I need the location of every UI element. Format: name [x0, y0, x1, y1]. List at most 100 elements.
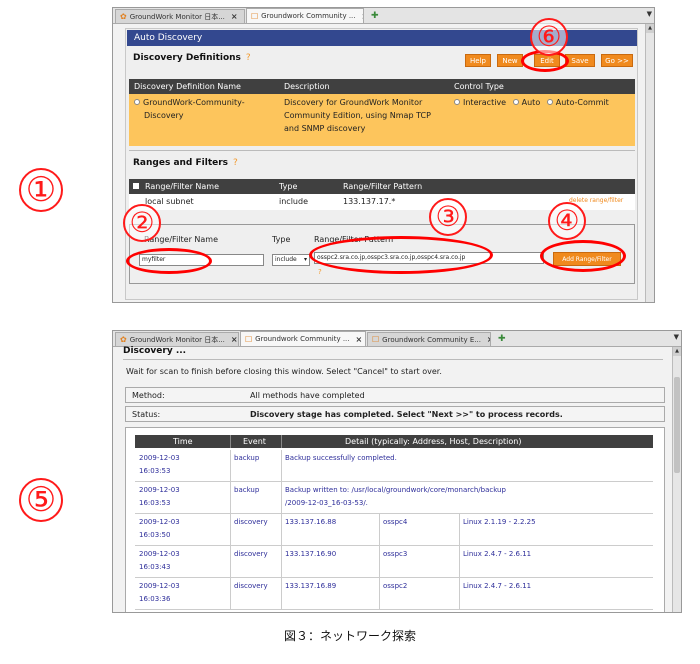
column-divider [281, 435, 282, 448]
column-divider [281, 482, 282, 514]
log-host: osspc4 [383, 518, 408, 526]
radio-auto[interactable] [512, 99, 519, 105]
discovery-title: Discovery ... [123, 346, 187, 356]
annotation-ellipse-pattern [309, 236, 493, 274]
column-divider [230, 546, 231, 578]
log-row: 2009-12-03 16:03:36 discovery 133.137.16.89… [135, 578, 653, 610]
scroll-thumb[interactable] [674, 377, 680, 473]
tab-list-icon[interactable]: ▼ [674, 333, 679, 341]
log-detail: 133.137.16.89 [285, 582, 337, 590]
tab-close-icon[interactable]: × [356, 335, 363, 344]
log-event: discovery [234, 582, 268, 590]
log-event: backup [234, 486, 260, 494]
tab-close-icon[interactable]: × [231, 335, 238, 344]
tab-list-icon[interactable]: ▼ [647, 10, 652, 18]
log-detail: Backup successfully completed. [285, 454, 397, 462]
log-os: Linux 2.1.19 - 2.2.25 [463, 518, 536, 526]
annotation-3: ③ [429, 198, 467, 236]
status-row: Status: Discovery stage has completed. S… [125, 406, 665, 422]
log-time: 16:03:50 [139, 531, 171, 539]
favicon-icon: ✿ [120, 12, 127, 21]
chevron-down-icon: ▾ [303, 256, 307, 263]
screenshot-auto-discovery: ✿ GroundWork Monitor 日本... × ☐ Groundwor… [112, 7, 655, 303]
log-detail-cont: /2009-12-03_16-03-53/. [285, 499, 368, 507]
log-event: backup [234, 454, 260, 462]
annotation-ellipse-name [126, 248, 212, 274]
new-tab-icon[interactable]: ✚ [492, 334, 512, 344]
radio-icon[interactable] [134, 99, 140, 105]
go-button[interactable]: Go >> [601, 54, 633, 67]
browser-tab[interactable]: ✿ GroundWork Monitor 日本... × [115, 9, 245, 23]
column-divider [230, 514, 231, 546]
column-divider [379, 546, 380, 578]
delete-range-link[interactable]: delete range/filter [569, 197, 623, 204]
method-row: Method: All methods have completed [125, 387, 665, 403]
log-date: 2009-12-03 [139, 582, 180, 590]
help-icon[interactable]: ? [246, 53, 251, 63]
log-row: 2009-12-03 16:03:50 discovery 133.137.16.88… [135, 514, 653, 546]
log-detail: 133.137.16.90 [285, 550, 337, 558]
scroll-up-icon[interactable]: ▲ [673, 347, 681, 356]
marker-1: ① [19, 168, 63, 212]
favicon-icon: ☐ [251, 11, 259, 21]
tab-close-icon[interactable]: × [487, 335, 490, 344]
save-button[interactable]: Save [565, 54, 595, 67]
log-date: 2009-12-03 [139, 550, 180, 558]
log-time: 16:03:36 [139, 595, 171, 603]
column-divider [230, 435, 231, 448]
help-icon[interactable]: ? [233, 158, 238, 168]
tab-close-icon[interactable]: × [362, 12, 364, 21]
help-button[interactable]: Help [465, 54, 491, 67]
scrollbar[interactable]: ▲ [645, 24, 654, 302]
browser-tab-active[interactable]: ☐ Groundwork Community ... × [246, 8, 364, 23]
browser-tab-bar: ✿ GroundWork Monitor 日本... × ☐ Groundwor… [113, 331, 681, 347]
log-time: 16:03:43 [139, 563, 171, 571]
browser-tab-bar: ✿ GroundWork Monitor 日本... × ☐ Groundwor… [113, 8, 654, 24]
log-os: Linux 2.4.7 - 2.6.11 [463, 582, 532, 590]
definitions-title: Discovery Definitions? [133, 53, 251, 63]
column-divider [230, 450, 231, 482]
column-divider [459, 546, 460, 578]
checkbox-icon[interactable] [133, 183, 139, 189]
log-date: 2009-12-03 [139, 518, 180, 526]
type-select[interactable]: include ▾ [272, 254, 310, 266]
log-host: osspc3 [383, 550, 408, 558]
browser-tab[interactable]: ☐ Groundwork Community E... × [367, 332, 491, 346]
radio-auto-commit[interactable] [546, 99, 553, 105]
scrollbar[interactable]: ▲ [672, 347, 681, 612]
radio-interactive[interactable] [454, 99, 460, 105]
annotation-ellipse-add [540, 240, 626, 272]
screenshot-discovery-results: ✿ GroundWork Monitor 日本... × ☐ Groundwor… [112, 330, 682, 613]
favicon-icon: ☐ [245, 334, 253, 344]
ranges-table-header: Range/Filter Name Type Range/Filter Patt… [129, 179, 635, 194]
favicon-icon: ☐ [372, 335, 380, 344]
log-detail: 133.137.16.88 [285, 518, 337, 526]
help-icon[interactable]: ? [318, 268, 322, 276]
log-event: discovery [234, 518, 268, 526]
log-row: 2009-12-03 16:03:53 backup Backup written t… [135, 482, 653, 514]
annotation-6: ⑥ [530, 18, 568, 56]
definition-row[interactable]: GroundWork-Community- Discovery Discover… [129, 94, 635, 146]
browser-tab[interactable]: ✿ GroundWork Monitor 日本... × [115, 332, 239, 346]
column-divider [281, 578, 282, 610]
marker-5: ⑤ [19, 478, 63, 522]
log-time: 16:03:53 [139, 499, 171, 507]
column-divider [281, 450, 282, 482]
column-divider [379, 578, 380, 610]
definitions-table-header: Discovery Definition Name Description Co… [129, 79, 635, 94]
ranges-title: Ranges and Filters? [133, 158, 238, 168]
log-row: 2009-12-03 16:03:53 backup Backup successfu… [135, 450, 653, 482]
scroll-up-icon[interactable]: ▲ [646, 24, 654, 33]
browser-tab-active[interactable]: ☐ Groundwork Community ... × [240, 331, 366, 346]
column-divider [230, 482, 231, 514]
new-button[interactable]: New [497, 54, 523, 67]
annotation-4: ④ [548, 202, 586, 240]
column-divider [459, 578, 460, 610]
tab-close-icon[interactable]: × [231, 12, 238, 21]
annotation-2: ② [123, 204, 161, 242]
column-divider [379, 514, 380, 546]
favicon-icon: ✿ [120, 335, 127, 344]
log-detail: Backup written to: /usr/local/groundwork… [285, 486, 506, 494]
new-tab-icon[interactable]: ✚ [365, 11, 385, 21]
column-divider [281, 546, 282, 578]
